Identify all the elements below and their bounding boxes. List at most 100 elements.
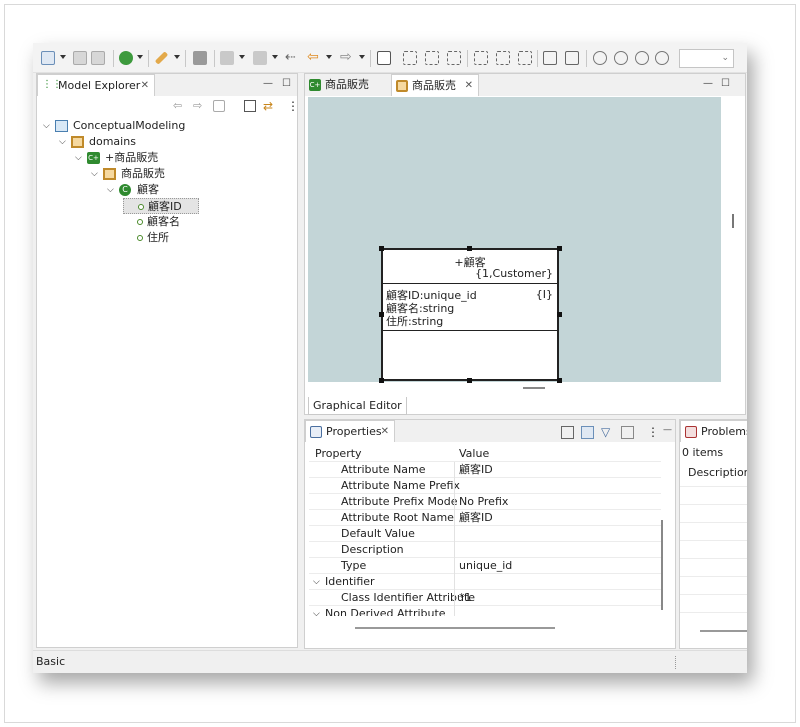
editor-resize-grip[interactable] <box>523 387 545 389</box>
selection-handle[interactable] <box>379 378 384 383</box>
tab-problems[interactable]: Problems <box>680 420 747 442</box>
filter-icon[interactable]: ▽ <box>601 426 614 439</box>
close-icon[interactable]: ✕ <box>141 75 149 97</box>
zoom-combo[interactable]: ⌄ <box>679 49 734 68</box>
property-row[interactable]: Attribute Prefix Mode No Prefix <box>309 494 661 510</box>
property-row[interactable]: Class Identifier Attribute *1 <box>309 590 661 606</box>
advanced-icon[interactable] <box>621 426 634 439</box>
chevron-down-icon[interactable]: ⌵ <box>313 574 320 590</box>
problems-description-header[interactable]: Description <box>688 466 747 479</box>
step-icon[interactable] <box>220 51 234 65</box>
save-icon[interactable] <box>73 51 87 65</box>
property-row[interactable]: Description <box>309 542 661 558</box>
layout3-icon[interactable] <box>447 51 461 65</box>
forward-icon[interactable]: ⇨ <box>193 100 205 112</box>
home-icon[interactable] <box>213 100 225 112</box>
property-row[interactable]: Default Value <box>309 526 661 542</box>
layout1-icon[interactable] <box>403 51 417 65</box>
chevron-down-icon[interactable]: ⌵ <box>43 118 53 134</box>
step-dropdown[interactable] <box>239 55 245 59</box>
property-value[interactable]: *1 <box>459 590 472 606</box>
forward-icon[interactable]: ⇨ <box>340 50 354 65</box>
link-editor-icon[interactable]: ⇄ <box>263 100 275 112</box>
property-value[interactable]: 顧客ID <box>459 462 493 478</box>
properties-horizontal-scrollbar[interactable] <box>355 627 555 629</box>
properties-vertical-scrollbar[interactable] <box>661 520 663 610</box>
selection-handle[interactable] <box>379 312 384 317</box>
view-menu-icon[interactable]: ⋮ <box>647 426 660 439</box>
layout5-icon[interactable] <box>496 51 510 65</box>
property-value[interactable]: No Prefix <box>459 494 508 510</box>
new-diagram-icon[interactable] <box>377 51 391 65</box>
zoom-in-icon[interactable] <box>593 51 607 65</box>
wand-dropdown[interactable] <box>174 55 180 59</box>
layout6-icon[interactable] <box>518 51 532 65</box>
selection-handle[interactable] <box>467 246 472 251</box>
step2-dropdown[interactable] <box>272 55 278 59</box>
editor-vertical-scrollbar[interactable] <box>725 104 743 414</box>
run-dropdown[interactable] <box>137 55 143 59</box>
undo-icon[interactable]: ⇠ <box>285 51 299 65</box>
chevron-down-icon[interactable]: ⌵ <box>91 166 101 182</box>
property-row[interactable]: Attribute Root Name 顧客ID <box>309 510 661 526</box>
class-box[interactable]: +顧客 {1,Customer} 顧客ID:unique_id {I} 顧客名:… <box>381 248 559 381</box>
chevron-down-icon[interactable]: ⌵ <box>59 134 69 150</box>
column-divider <box>454 574 455 590</box>
property-row[interactable]: Type unique_id <box>309 558 661 574</box>
new-icon[interactable] <box>41 51 55 65</box>
property-group-row[interactable]: ⌵ Identifier <box>309 574 661 590</box>
problems-horizontal-scrollbar[interactable] <box>700 630 747 632</box>
property-value[interactable]: 顧客ID <box>459 510 493 526</box>
selection-handle[interactable] <box>557 246 562 251</box>
layout2-icon[interactable] <box>425 51 439 65</box>
new-dropdown[interactable] <box>60 55 66 59</box>
property-group-row[interactable]: ⌵ Non Derived Attribute <box>309 606 661 616</box>
tab-editor-package[interactable]: 商品販売 ✕ <box>391 74 479 96</box>
tree-item[interactable]: 顧客ID <box>123 198 199 214</box>
tab-properties[interactable]: Properties ✕ <box>305 420 395 442</box>
selection-handle[interactable] <box>557 312 562 317</box>
wand-icon[interactable] <box>154 51 169 65</box>
pin-icon[interactable] <box>561 426 574 439</box>
chevron-down-icon[interactable]: ⌵ <box>107 182 117 198</box>
tab-model-explorer[interactable]: ⋮⋮ Model Explorer ✕ <box>37 74 155 96</box>
property-value[interactable]: unique_id <box>459 558 512 574</box>
run-icon[interactable] <box>119 51 133 65</box>
selection-handle[interactable] <box>379 246 384 251</box>
back-icon[interactable]: ⇦ <box>173 100 185 112</box>
view-menu-icon[interactable]: ⋮ <box>287 100 299 112</box>
chevron-down-icon[interactable]: ⌵ <box>75 150 85 166</box>
categories-icon[interactable] <box>581 426 594 439</box>
back-icon[interactable]: ⇦ <box>307 50 321 65</box>
zoom-fit-icon[interactable] <box>635 51 649 65</box>
close-icon[interactable]: ✕ <box>381 421 389 443</box>
minimize-icon[interactable]: — <box>703 78 713 89</box>
maximize-icon[interactable]: ☐ <box>721 78 730 89</box>
minimize-icon[interactable]: — <box>663 425 672 435</box>
column-divider <box>454 462 455 478</box>
zoom-custom-icon[interactable] <box>655 51 669 65</box>
maximize-icon[interactable]: ☐ <box>282 78 291 89</box>
property-row[interactable]: Attribute Name Prefix <box>309 478 661 494</box>
scroll-thumb[interactable] <box>732 214 734 228</box>
column-divider <box>454 590 455 606</box>
close-icon[interactable]: ✕ <box>465 75 473 97</box>
selection-handle[interactable] <box>557 378 562 383</box>
tab-graphical-editor[interactable]: Graphical Editor <box>308 397 407 415</box>
chevron-down-icon[interactable]: ⌵ <box>313 606 320 616</box>
forward-dropdown[interactable] <box>359 55 365 59</box>
zoom-out-icon[interactable] <box>614 51 628 65</box>
collapse-all-icon[interactable] <box>244 100 256 112</box>
back-dropdown[interactable] <box>326 55 332 59</box>
layout4-icon[interactable] <box>474 51 488 65</box>
save-all-icon[interactable] <box>91 51 105 65</box>
layout8-icon[interactable] <box>565 51 579 65</box>
selection-handle[interactable] <box>467 378 472 383</box>
property-row[interactable]: Attribute Name 顧客ID <box>309 462 661 478</box>
layout7-icon[interactable] <box>543 51 557 65</box>
hammer-icon[interactable] <box>193 51 207 65</box>
step2-icon[interactable] <box>253 51 267 65</box>
tab-editor-domain[interactable]: C+ 商品販売 <box>305 74 389 96</box>
minimize-icon[interactable]: — <box>263 78 273 89</box>
diagram-canvas[interactable]: +顧客 {1,Customer} 顧客ID:unique_id {I} 顧客名:… <box>308 97 721 383</box>
